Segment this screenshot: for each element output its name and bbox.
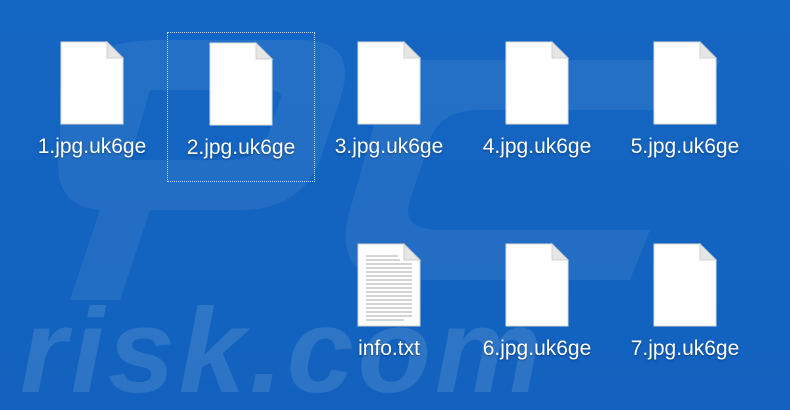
file-name-label: 5.jpg.uk6ge (630, 135, 740, 158)
file-name-label: 2.jpg.uk6ge (186, 136, 296, 159)
file-name-label: 3.jpg.uk6ge (334, 135, 444, 158)
blank-file-icon (505, 242, 570, 327)
file-item[interactable]: 5.jpg.uk6ge (611, 32, 759, 182)
file-name-label: info.txt (358, 337, 420, 360)
blank-file-icon (60, 40, 125, 125)
desktop-background: risk.com 1.jpg.uk6ge 2.jpg.uk6ge 3.jpg.u… (0, 0, 790, 410)
file-item-selected[interactable]: 2.jpg.uk6ge (167, 32, 315, 182)
blank-file-icon (653, 40, 718, 125)
blank-file-icon (357, 40, 422, 125)
blank-file-icon (505, 40, 570, 125)
file-item[interactable]: 7.jpg.uk6ge (611, 234, 759, 384)
file-name-label: 6.jpg.uk6ge (482, 337, 592, 360)
file-item[interactable]: 4.jpg.uk6ge (463, 32, 611, 182)
file-item[interactable]: 3.jpg.uk6ge (315, 32, 463, 182)
text-file-icon (357, 242, 422, 327)
file-name-label: 4.jpg.uk6ge (482, 135, 592, 158)
file-name-label: 1.jpg.uk6ge (37, 135, 147, 158)
file-item[interactable]: 6.jpg.uk6ge (463, 234, 611, 384)
blank-file-icon (209, 41, 274, 126)
blank-file-icon (653, 242, 718, 327)
file-item[interactable]: info.txt (315, 234, 463, 384)
file-name-label: 7.jpg.uk6ge (630, 337, 740, 360)
file-item[interactable]: 1.jpg.uk6ge (18, 32, 166, 182)
